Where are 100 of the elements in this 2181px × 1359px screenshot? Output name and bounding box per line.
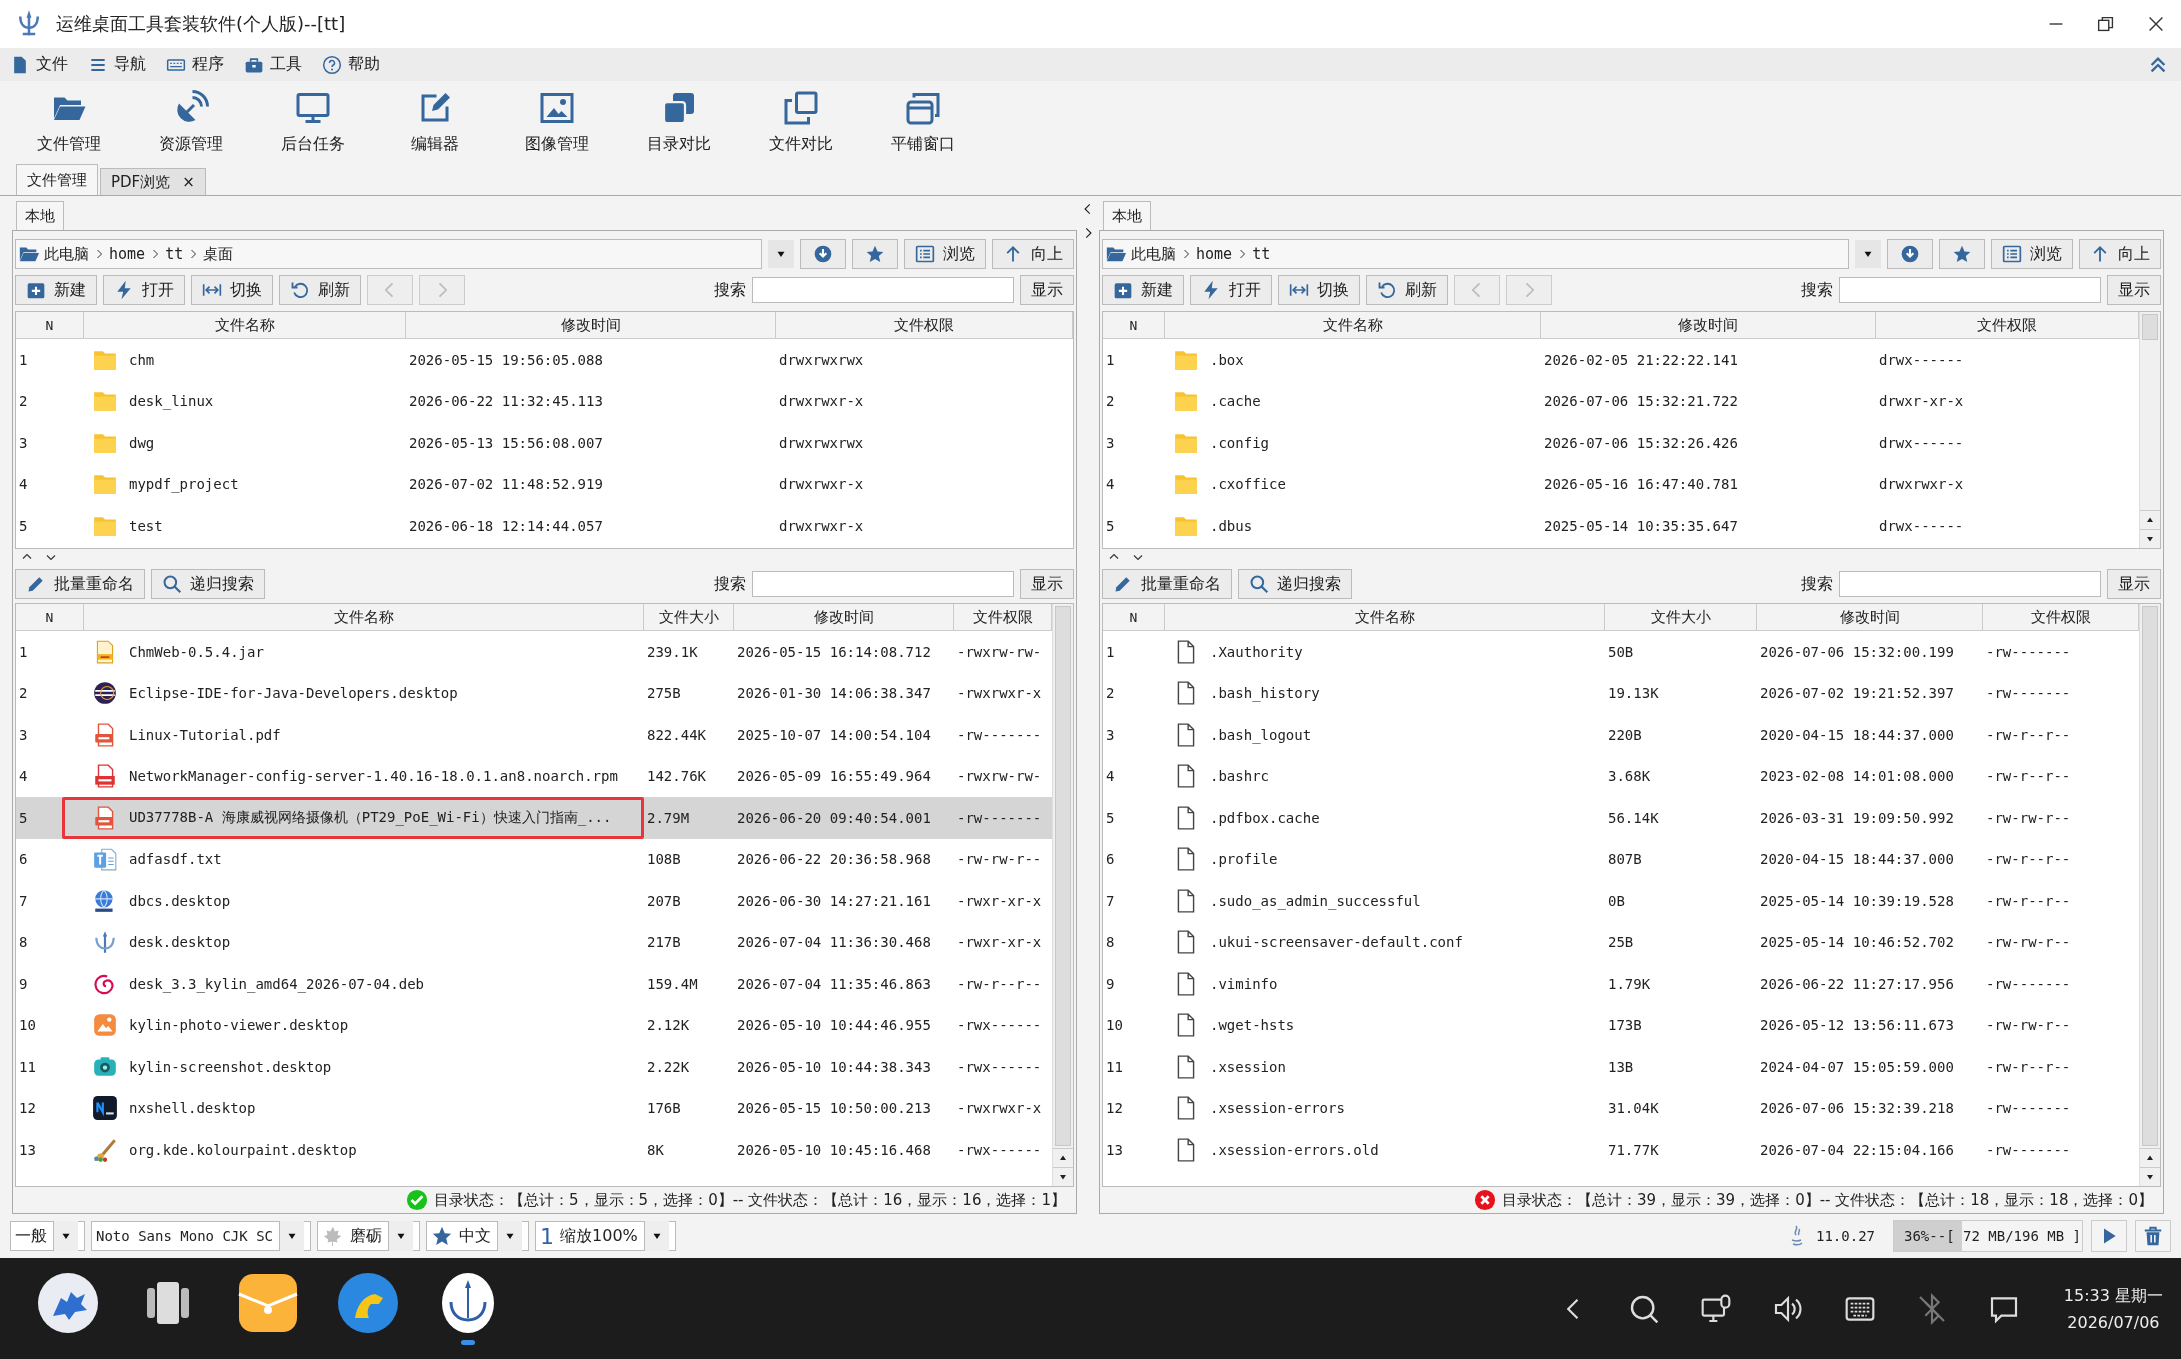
table-row[interactable]: 10 .wget-hsts 173B 2026-05-12 13:56:11.673 -rw-rw-r-- — [1103, 1004, 2139, 1046]
breadcrumb[interactable]: 此电脑 — [44, 244, 89, 264]
dropdown[interactable]: Noto Sans Mono CJK SC — [91, 1221, 311, 1251]
show-button[interactable]: 显示 — [2107, 275, 2161, 305]
table-row[interactable]: 11 kylin-screenshot.desktop 2.22K 2026-05-10 10:44:38.343 -rwx------ — [16, 1046, 1052, 1088]
table-row[interactable]: 6 adfasdf.txt 108B 2026-06-22 20:36:58.968 -rw-rw-r-- — [16, 838, 1052, 880]
column-header[interactable]: 文件权限 — [776, 312, 1073, 338]
clock-date[interactable]: 2026/07/06 — [2067, 1312, 2160, 1332]
table-row[interactable]: 3 .bash_logout 220B 2020-04-15 18:44:37.000 -rw-r--r-- — [1103, 714, 2139, 756]
column-header[interactable]: N — [16, 312, 84, 338]
show-button[interactable]: 显示 — [1020, 275, 1074, 305]
breadcrumb[interactable]: home — [109, 245, 146, 263]
breadcrumb[interactable]: 桌面 — [203, 244, 234, 264]
toolbar-button[interactable]: 图像管理 — [496, 84, 618, 160]
breadcrumb[interactable]: 此电脑 — [1131, 244, 1176, 264]
menu-item[interactable]: 文件 — [8, 54, 70, 75]
table-row[interactable]: 5 .pdfbox.cache 56.14K 2026-03-31 19:09:50.992 -rw-rw-r-- — [1103, 797, 2139, 839]
menu-item[interactable]: 程序 — [164, 54, 226, 75]
dropdown[interactable]: 磨砺 — [317, 1221, 420, 1251]
menu-item[interactable]: 导航 — [86, 54, 148, 75]
table-row[interactable]: 12 .xsession-errors 31.04K 2026-07-06 15:32:39.218 -rw------- — [1103, 1087, 2139, 1129]
table-row[interactable]: 5 UD37778B-A 海康威视网络摄像机（PT29_PoE_Wi-Fi）快速入门指南_... 2.79M 2026-06-20 09:40:54.001 -rw------- — [16, 797, 1052, 839]
column-header[interactable]: N — [1103, 604, 1165, 630]
table-row[interactable]: 8 desk.desktop 217B 2026-07-04 11:36:30.468 -rwxr-xr-x — [16, 921, 1052, 963]
search-field[interactable] — [1839, 571, 2101, 597]
table-row[interactable]: 6 .profile 807B 2020-04-15 18:44:37.000 -rw-r--r-- — [1103, 838, 2139, 880]
clock-time[interactable]: 15:33 星期一 — [2063, 1285, 2163, 1307]
table-row[interactable]: 13 org.kde.kolourpaint.desktop 8K 2026-05-10 10:45:16.468 -rwx------ — [16, 1129, 1052, 1171]
table-row[interactable]: 4 .bashrc 3.68K 2023-02-08 14:01:08.000 -rw-r--r-- — [1103, 755, 2139, 797]
column-header[interactable]: 修改时间 — [1757, 604, 1983, 630]
table-row[interactable]: 9 .viminfo 1.79K 2026-06-22 11:27:17.956 -rw------- — [1103, 963, 2139, 1005]
toolbar-button[interactable]: 新建 — [1102, 275, 1184, 305]
dropdown[interactable]: 一般 — [10, 1221, 85, 1251]
search-field[interactable] — [1839, 277, 2101, 303]
toolbar-button[interactable]: 后台任务 — [252, 84, 374, 160]
toolbar-button[interactable]: 新建 — [15, 275, 97, 305]
toolbar-button[interactable]: 切换 — [191, 275, 273, 305]
column-header[interactable]: 文件大小 — [644, 604, 734, 630]
menu-item[interactable]: 帮助 — [320, 54, 382, 75]
column-header[interactable]: N — [16, 604, 84, 630]
scroll-thumb[interactable] — [2142, 606, 2158, 1146]
table-row[interactable]: 3 Linux-Tutorial.pdf 822.44K 2025-10-07 14:00:54.104 -rw------- — [16, 714, 1052, 756]
scroll-thumb[interactable] — [1055, 606, 1071, 1146]
tab[interactable]: 文件管理 — [16, 164, 98, 195]
table-row[interactable]: 10 kylin-photo-viewer.desktop 2.12K 2026-05-10 10:44:46.955 -rwx------ — [16, 1004, 1052, 1046]
tab-close-button[interactable]: × — [182, 173, 195, 191]
table-row[interactable]: 7 .sudo_as_admin_successful 0B 2025-05-14 10:39:19.528 -rw-r--r-- — [1103, 880, 2139, 922]
dropdown[interactable]: 1 缩放100% — [535, 1221, 676, 1251]
menu-item[interactable]: 工具 — [242, 54, 304, 75]
breadcrumb[interactable]: tt — [165, 245, 184, 263]
table-row[interactable]: 9 desk_3.3_kylin_amd64_2026-07-04.deb 159.4M 2026-07-04 11:35:46.863 -rw-r--r-- — [16, 963, 1052, 1005]
dropdown[interactable]: 中文 — [426, 1221, 529, 1251]
breadcrumb[interactable]: tt — [1252, 245, 1271, 263]
scroll-thumb[interactable] — [2142, 314, 2158, 340]
search-field[interactable] — [752, 277, 1014, 303]
toolbar-button[interactable]: 平铺窗口 — [862, 84, 984, 160]
network-icon[interactable] — [1699, 1292, 1732, 1325]
toolbar-button[interactable]: 递归搜索 — [151, 569, 265, 599]
table-row[interactable]: 1 ChmWeb-0.5.4.jar 239.1K 2026-05-15 16:14:08.712 -rwxrw-rw- — [16, 631, 1052, 673]
toolbar-button[interactable]: 向上 — [992, 239, 1074, 269]
scrollbar[interactable] — [2139, 312, 2160, 548]
search-field[interactable] — [752, 571, 1014, 597]
column-header[interactable]: 文件名称 — [1165, 604, 1605, 630]
toolbar-button[interactable]: 切换 — [1278, 275, 1360, 305]
toolbar-button[interactable]: 文件对比 — [740, 84, 862, 160]
icon-button[interactable] — [1887, 239, 1933, 269]
column-header[interactable]: 文件名称 — [84, 312, 406, 338]
column-header[interactable]: 修改时间 — [1541, 312, 1876, 338]
scrollbar[interactable] — [1052, 604, 1073, 1186]
tab[interactable]: 本地 — [16, 201, 64, 230]
toolbar-button[interactable]: 打开 — [1190, 275, 1272, 305]
tab[interactable]: 本地 — [1103, 201, 1151, 230]
toolbar-button[interactable]: 递归搜索 — [1238, 569, 1352, 599]
table-row[interactable]: 11 .xsession 13B 2024-04-07 15:05:59.000 -rw-r--r-- — [1103, 1046, 2139, 1088]
toolbar-button[interactable]: 目录对比 — [618, 84, 740, 160]
toolbar-button[interactable]: 编辑器 — [374, 84, 496, 160]
table-row[interactable]: 8 .ukui-screensaver-default.conf 25B 2025-05-14 10:46:52.702 -rw-rw-r-- — [1103, 921, 2139, 963]
icon-button[interactable] — [852, 239, 898, 269]
table-row[interactable]: 1 .Xauthority 50B 2026-07-06 15:32:00.199 -rw------- — [1103, 631, 2139, 673]
table-row[interactable]: 2 Eclipse-IDE-for-Java-Developers.desktop 275B 2026-01-30 14:06:38.347 -rwxrwxr-x — [16, 672, 1052, 714]
column-header[interactable]: N — [1103, 312, 1165, 338]
column-header[interactable]: 修改时间 — [734, 604, 954, 630]
show-button[interactable]: 显示 — [2107, 569, 2161, 599]
toolbar-button[interactable]: 文件管理 — [8, 84, 130, 160]
toolbar-button[interactable]: 浏览 — [1991, 239, 2073, 269]
table-row[interactable]: 4 NetworkManager-config-server-1.40.16-18.0.1.an8.noarch.rpm 142.76K 2026-05-09 16:55:49.964 -rwxrw-rw- — [16, 755, 1052, 797]
table-row[interactable]: 13 .xsession-errors.old 71.77K 2026-07-04 22:15:04.166 -rw------- — [1103, 1129, 2139, 1171]
scrollbar[interactable] — [2139, 604, 2160, 1186]
path-field[interactable]: 此电脑 home tt 桌面 — [15, 239, 762, 269]
toolbar-button[interactable]: 批量重命名 — [15, 569, 145, 599]
toolbar-button[interactable]: 浏览 — [904, 239, 986, 269]
run-button[interactable] — [2091, 1220, 2127, 1252]
trash-button[interactable] — [2135, 1220, 2171, 1252]
show-button[interactable]: 显示 — [1020, 569, 1074, 599]
dropdown-button[interactable] — [768, 240, 794, 268]
tab[interactable]: PDF浏览 × — [100, 168, 206, 195]
toolbar-button[interactable]: 打开 — [103, 275, 185, 305]
column-header[interactable]: 文件大小 — [1605, 604, 1757, 630]
column-header[interactable]: 文件名称 — [1165, 312, 1541, 338]
icon-button[interactable] — [800, 239, 846, 269]
